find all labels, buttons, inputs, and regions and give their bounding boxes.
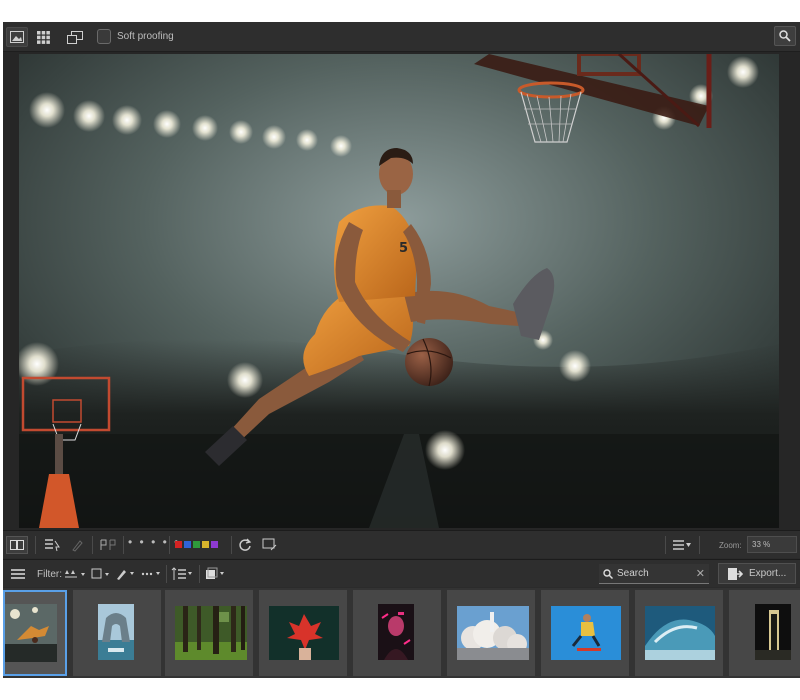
thumbnail-forest[interactable]: [165, 590, 253, 676]
adjustments-icon[interactable]: [43, 537, 61, 553]
grid-view-icon[interactable]: [32, 27, 54, 47]
export-button[interactable]: Export...: [718, 563, 796, 584]
flag-icon[interactable]: [98, 537, 118, 553]
sort-menu-icon[interactable]: [671, 537, 693, 553]
thumbnail-rocket-launch[interactable]: [447, 590, 535, 676]
single-view-icon[interactable]: [6, 27, 28, 47]
more-filters-icon[interactable]: [141, 566, 163, 582]
rating-stars[interactable]: • • • • •: [128, 535, 180, 549]
color-label-red[interactable]: [175, 541, 182, 548]
main-photo: 5: [19, 54, 779, 528]
compare-view-icon[interactable]: [6, 536, 28, 554]
rotate-icon[interactable]: [237, 537, 253, 553]
color-label-yellow[interactable]: [202, 541, 209, 548]
zoom-label: Zoom:: [719, 541, 742, 550]
zoom-field[interactable]: 33 %: [747, 536, 797, 553]
color-label-purple[interactable]: [211, 541, 218, 548]
crop-icon[interactable]: [261, 537, 279, 553]
page-bottom-margin: [0, 680, 800, 700]
view-toolbar: • • • • • Zoom: 33 %: [3, 530, 800, 558]
soft-proofing-checkbox[interactable]: [97, 29, 111, 44]
search-icon: [603, 568, 613, 579]
search-placeholder: Search: [617, 568, 649, 579]
thumbnail-neon-portrait[interactable]: [353, 590, 441, 676]
clear-search-icon[interactable]: ✕: [696, 567, 705, 580]
export-label: Export...: [749, 568, 787, 579]
menu-icon[interactable]: [9, 566, 27, 582]
export-icon: [728, 567, 743, 580]
stack-icon[interactable]: [205, 566, 227, 582]
edit-filter-icon[interactable]: [115, 566, 139, 582]
color-label-green[interactable]: [193, 541, 200, 548]
filter-label: Filter:: [37, 569, 62, 580]
search-input[interactable]: Search ✕: [599, 564, 709, 584]
image-viewer[interactable]: 5: [3, 52, 800, 530]
thumbnail-red-leaf-hand[interactable]: [259, 590, 347, 676]
sort-order-icon[interactable]: [171, 566, 195, 582]
rating-filter-icon[interactable]: [63, 566, 87, 582]
thumbnail-ocean-wave[interactable]: [635, 590, 723, 676]
thumbnail-skateboarder-sky[interactable]: [541, 590, 629, 676]
top-toolbar: Soft proofing: [3, 22, 800, 52]
second-window-icon[interactable]: [64, 27, 86, 47]
thumbnail-rock-arch-lake[interactable]: [73, 590, 161, 676]
soft-proofing-label: Soft proofing: [117, 31, 174, 42]
color-label-blue[interactable]: [184, 541, 191, 548]
thumbnail-basketball-dunk[interactable]: [3, 590, 67, 676]
brush-disabled-icon: [69, 537, 87, 553]
search-icon[interactable]: [774, 26, 796, 46]
thumbnail-dark-doorway[interactable]: [729, 590, 800, 676]
svg-text:5: 5: [399, 241, 408, 256]
label-filter-icon[interactable]: [91, 566, 113, 582]
photo-editor-app: Soft proofing 5 • • • • • Zoom: 33 % Fil…: [3, 22, 800, 678]
filmstrip: [3, 588, 800, 678]
filter-toolbar: Filter: Search ✕ Export...: [3, 559, 800, 587]
